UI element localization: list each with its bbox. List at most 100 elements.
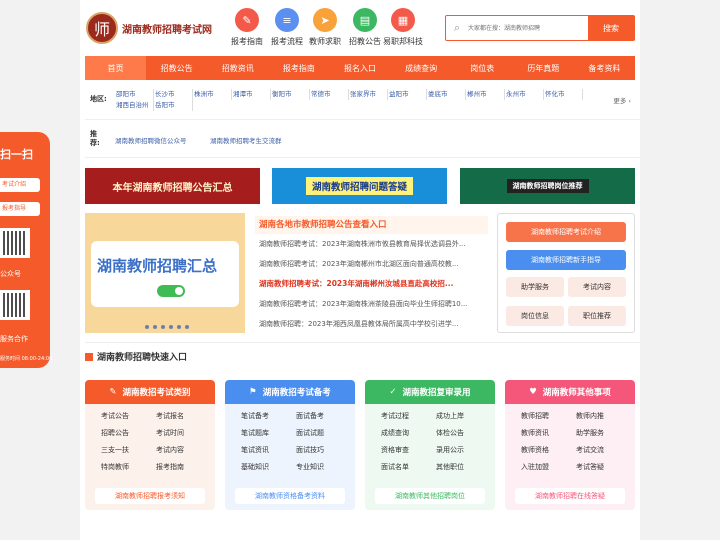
slider-dot[interactable]	[169, 325, 173, 329]
city-link[interactable]: 衡阳市	[271, 89, 310, 100]
quick-link[interactable]: 成绩查询	[375, 425, 430, 442]
quick-box-header[interactable]: ✓ 湖南教招复审录用	[365, 380, 495, 404]
quick-link[interactable]: 教师招聘	[515, 408, 570, 425]
quick-link[interactable]: 专业知识	[290, 459, 345, 476]
recommend-link[interactable]: 湖南教师招聘考生交流群	[210, 135, 282, 145]
side-link[interactable]: 报考指导	[0, 202, 40, 216]
city-link[interactable]: 常德市	[310, 89, 349, 100]
exam-content-button[interactable]: 考试内容	[568, 277, 626, 297]
slider-dot[interactable]	[161, 325, 165, 329]
quick-link[interactable]: 考试答疑	[570, 459, 625, 476]
quick-link[interactable]: 录用公示	[430, 442, 485, 459]
city-link[interactable]: 株洲市	[193, 89, 232, 100]
nav-item[interactable]: 备考资料	[574, 56, 635, 80]
city-link[interactable]: 永州市	[505, 89, 544, 100]
quick-link[interactable]: 体检公告	[430, 425, 485, 442]
beginner-guide-button[interactable]: 湖南教师招聘新手指导	[506, 250, 626, 270]
quick-link[interactable]: 助学服务	[570, 425, 625, 442]
quick-link[interactable]: 其他职位	[430, 459, 485, 476]
quick-link[interactable]: 笔试备考	[235, 408, 290, 425]
nav-item[interactable]: 招教公告	[146, 56, 207, 80]
news-item[interactable]: 湖南教师招聘考试：2023年湖南郴州汝城县直赴高校招...	[255, 274, 488, 294]
quick-nav-item[interactable]: ▦ 易职邦科技	[383, 8, 423, 47]
quick-nav-item[interactable]: ≡ 报考流程	[268, 8, 306, 47]
quick-box-header[interactable]: ♥ 湖南教师其他事项	[505, 380, 635, 404]
banner-faq[interactable]: 湖南教师招聘问题答疑	[272, 168, 447, 204]
city-link[interactable]: 湘西自治州	[115, 100, 154, 111]
slider-dot[interactable]	[153, 325, 157, 329]
quick-link[interactable]: 考试过程	[375, 408, 430, 425]
quick-nav-item[interactable]: ✎ 报考指南	[228, 8, 266, 47]
quick-link[interactable]: 资格审查	[375, 442, 430, 459]
slider-dot[interactable]	[145, 325, 149, 329]
quick-link[interactable]: 面试名单	[375, 459, 430, 476]
news-item[interactable]: 湖南教师招聘考试：2023年湖南株洲市攸县教育局择优选调县外...	[255, 234, 488, 254]
quick-link[interactable]: 面试试题	[290, 425, 345, 442]
quick-link[interactable]: 招聘公告	[95, 425, 150, 442]
quick-link[interactable]: 面试技巧	[290, 442, 345, 459]
nav-item[interactable]: 历年真题	[513, 56, 574, 80]
quick-link[interactable]: 特岗教师	[95, 459, 150, 476]
city-link[interactable]: 湘潭市	[232, 89, 271, 100]
quick-link[interactable]: 基础知识	[235, 459, 290, 476]
city-link[interactable]: 长沙市	[154, 89, 193, 100]
slider-dot[interactable]	[185, 325, 189, 329]
quick-box-footer-link[interactable]: 湖南教师招聘报考须知	[95, 488, 205, 504]
site-name[interactable]: 湖南教师招聘考试网	[122, 21, 212, 36]
logo[interactable]: 师	[86, 12, 118, 44]
quick-link[interactable]: 考试公告	[95, 408, 150, 425]
search-button[interactable]: 搜索	[588, 16, 634, 40]
city-link[interactable]: 怀化市	[544, 89, 583, 100]
quick-link[interactable]: 笔试题库	[235, 425, 290, 442]
banner-jobs[interactable]: 湖南教师招聘岗位推荐	[460, 168, 635, 204]
nav-item[interactable]: 报考指南	[268, 56, 329, 80]
banner-announcements[interactable]: 本年湖南教师招聘公告汇总	[85, 168, 260, 204]
quick-box-footer-link[interactable]: 湖南教师资格备考资料	[235, 488, 345, 504]
news-item[interactable]: 湖南教师招聘考试：2023年湖南株洲茶陵县面向毕业生师招聘10...	[255, 294, 488, 314]
quick-link[interactable]: 考试交流	[570, 442, 625, 459]
quick-box-header[interactable]: ✎ 湖南教招考试类别	[85, 380, 215, 404]
city-link[interactable]: 郴州市	[466, 89, 505, 100]
quick-link[interactable]: 成功上岸	[430, 408, 485, 425]
city-link[interactable]: 张家界市	[349, 89, 388, 100]
nav-item[interactable]: 成绩查询	[391, 56, 452, 80]
quick-link[interactable]: 三支一扶	[95, 442, 150, 459]
quick-link[interactable]: 报考指南	[150, 459, 205, 476]
quick-box-footer-link[interactable]: 湖南教师招聘在线答疑	[515, 488, 625, 504]
quick-box-header[interactable]: ⚑ 湖南教招考试备考	[225, 380, 355, 404]
quick-entry-box: ✎ 湖南教招考试类别考试公告 考试报名 招聘公告 考试时间 三支一扶 考试内容 特岗教师 报考指…	[85, 380, 215, 510]
quick-link[interactable]: 考试内容	[150, 442, 205, 459]
job-recommend-button[interactable]: 职位推荐	[568, 306, 626, 326]
nav-item[interactable]: 招教资讯	[207, 56, 268, 80]
news-head[interactable]: 湖南各地市教师招聘公告查看入口	[255, 216, 488, 234]
quick-nav-item[interactable]: ▤ 招教公告	[346, 8, 384, 47]
quick-nav-item[interactable]: ➤ 教师求职	[306, 8, 344, 47]
study-service-button[interactable]: 助学服务	[506, 277, 564, 297]
quick-link[interactable]: 教师资讯	[515, 425, 570, 442]
city-link[interactable]: 益阳市	[388, 89, 427, 100]
quick-box-footer-link[interactable]: 湖南教师其他招聘岗位	[375, 488, 485, 504]
news-item[interactable]: 湖南教师招聘考试：2023年湖南郴州市北湖区面向普通高校教...	[255, 254, 488, 274]
quick-link[interactable]: 面试备考	[290, 408, 345, 425]
news-item[interactable]: 湖南教师招聘：2023年湘西凤凰县教体局所属高中学校引进学...	[255, 314, 488, 334]
nav-item[interactable]: 岗位表	[452, 56, 513, 80]
more-link[interactable]: 更多 ›	[613, 95, 631, 105]
quick-link[interactable]: 考试时间	[150, 425, 205, 442]
city-link[interactable]: 娄底市	[427, 89, 466, 100]
nav-item[interactable]: 报名入口	[329, 56, 390, 80]
slider-dot[interactable]	[177, 325, 181, 329]
city-link[interactable]: 岳阳市	[154, 100, 193, 111]
nav-item[interactable]: 首页	[85, 56, 147, 80]
search-input[interactable]	[468, 16, 588, 40]
exam-intro-button[interactable]: 湖南教师招聘考试介绍	[506, 222, 626, 242]
recommend-link[interactable]: 湖南教师招聘微信公众号	[115, 135, 187, 145]
quick-link[interactable]: 考试报名	[150, 408, 205, 425]
quick-link[interactable]: 入驻加盟	[515, 459, 570, 476]
city-link[interactable]: 邵阳市	[115, 89, 154, 100]
image-slider[interactable]: 湖南教师招聘汇总	[85, 213, 245, 333]
side-link[interactable]: 考试介绍	[0, 178, 40, 192]
quick-link[interactable]: 笔试资讯	[235, 442, 290, 459]
quick-link[interactable]: 教师资格	[515, 442, 570, 459]
quick-link[interactable]: 教师内推	[570, 408, 625, 425]
job-info-button[interactable]: 岗位信息	[506, 306, 564, 326]
